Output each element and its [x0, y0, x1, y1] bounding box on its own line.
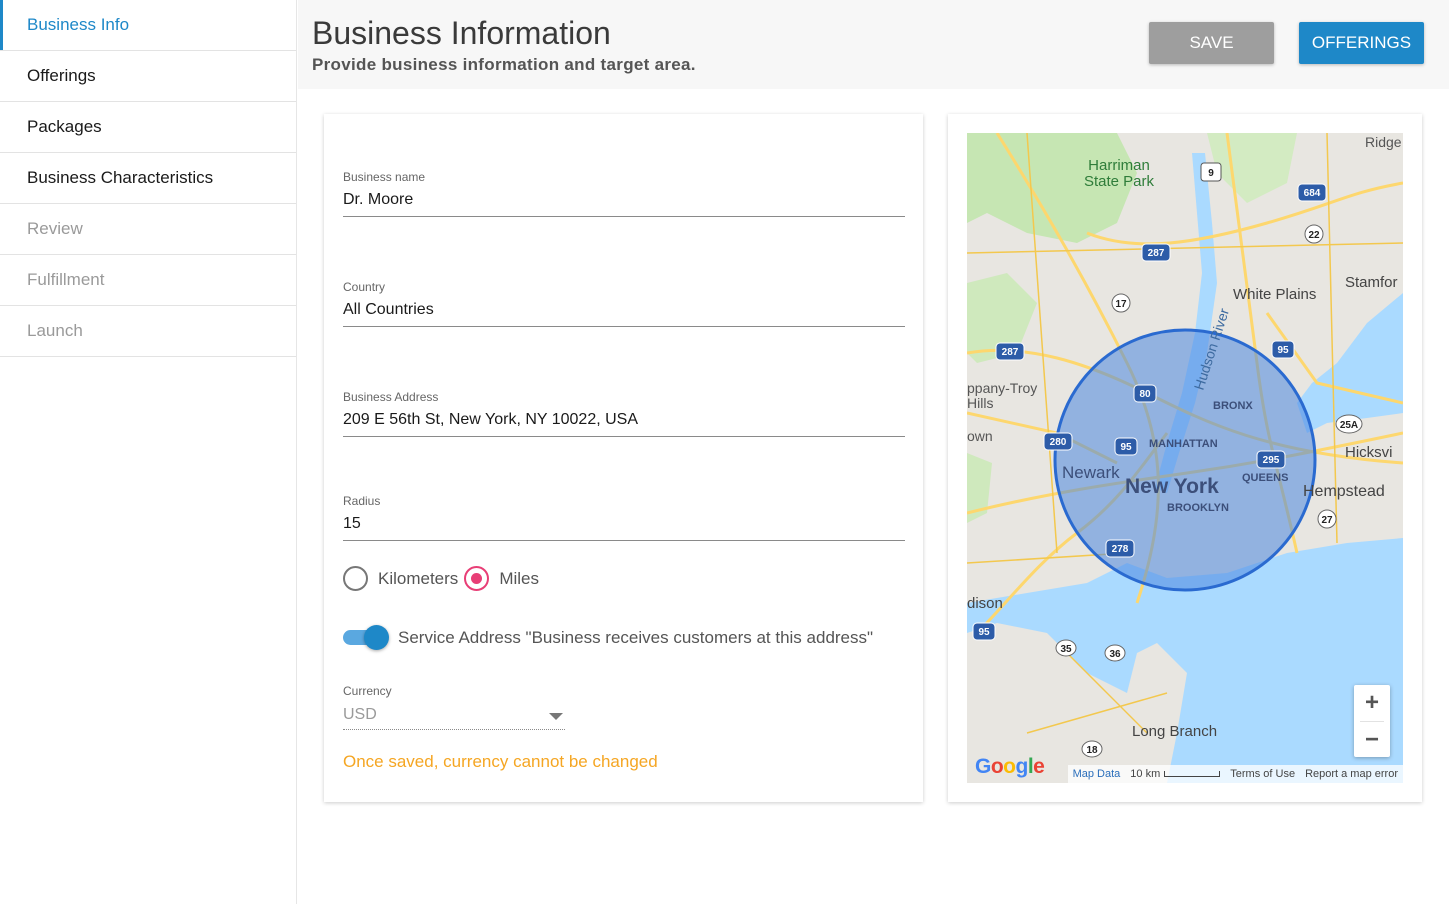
scale-bar-icon [1164, 771, 1221, 778]
sidebar-item-review[interactable]: Review [0, 204, 296, 255]
kilometers-label[interactable]: Kilometers [378, 569, 458, 589]
sidebar-item-label: Launch [27, 321, 83, 340]
page-title: Business Information [312, 15, 611, 51]
unit-radio-group: Kilometers Miles [343, 566, 545, 591]
map-label: QUEENS [1242, 472, 1288, 484]
zoom-out-button[interactable]: − [1354, 722, 1390, 758]
currency-select[interactable]: USD [343, 704, 565, 730]
route-shield: 95 [1277, 345, 1289, 356]
business-address-label: Business Address [343, 390, 439, 404]
sidebar-item-label: Business Characteristics [27, 168, 214, 187]
map-card: Harriman State Park Ridge White Plains S… [948, 114, 1422, 802]
business-name-input[interactable] [343, 189, 905, 217]
route-shield: 35 [1060, 644, 1072, 655]
business-address-field: Business Address [343, 390, 905, 437]
toggle-thumb [364, 625, 389, 650]
sidebar-item-label: Review [27, 219, 83, 238]
map-footer: Map Data 10 km Terms of Use Report a map… [967, 765, 1403, 783]
sidebar-item-label: Business Info [27, 15, 130, 34]
map-label: ppany-Troy [967, 380, 1037, 396]
map-label: Newark [1062, 463, 1120, 482]
business-name-field: Business name [343, 170, 905, 217]
sidebar-item-packages[interactable]: Packages [0, 102, 296, 153]
sidebar-item-business-characteristics[interactable]: Business Characteristics [0, 153, 296, 204]
map-view[interactable]: Harriman State Park Ridge White Plains S… [967, 133, 1403, 783]
sidebar: Business Info Offerings Packages Busines… [0, 0, 297, 904]
report-map-error-link[interactable]: Report a map error [1300, 765, 1403, 783]
page-subtitle: Provide business information and target … [312, 55, 696, 74]
route-shield: 17 [1115, 299, 1127, 310]
map-label: BRONX [1213, 400, 1253, 412]
map-label: MANHATTAN [1149, 438, 1218, 450]
route-shield: 287 [1002, 347, 1019, 358]
radius-label: Radius [343, 494, 381, 508]
business-form-card: Business name Country Business Address R… [324, 114, 923, 802]
map-label: New York [1125, 475, 1219, 498]
map-label: Stamfor [1345, 274, 1398, 291]
route-shield: 25A [1340, 420, 1358, 431]
business-address-input[interactable] [343, 409, 905, 437]
business-name-label: Business name [343, 170, 426, 184]
miles-label[interactable]: Miles [499, 569, 539, 589]
sidebar-item-fulfillment[interactable]: Fulfillment [0, 255, 296, 306]
map-canvas: Harriman State Park Ridge White Plains S… [967, 133, 1403, 783]
map-label: Hicksvi [1345, 444, 1393, 461]
sidebar-item-label: Packages [27, 117, 102, 136]
route-shield: 9 [1208, 168, 1214, 179]
app-root: Business Info Offerings Packages Busines… [0, 0, 1449, 904]
miles-radio[interactable] [464, 566, 490, 591]
sidebar-item-label: Fulfillment [27, 270, 105, 289]
route-shield: 287 [1148, 248, 1165, 259]
zoom-control: + − [1354, 685, 1390, 757]
route-shield: 95 [978, 627, 990, 638]
map-label: Long Branch [1132, 723, 1217, 740]
radius-field: Radius [343, 494, 905, 541]
route-shield: 280 [1050, 437, 1067, 448]
map-label: Hills [967, 395, 993, 411]
map-scale: 10 km [1125, 765, 1226, 783]
map-label: Ridge [1365, 134, 1402, 150]
sidebar-item-launch[interactable]: Launch [0, 306, 296, 357]
map-label: Harriman [1088, 157, 1150, 174]
map-scale-label: 10 km [1130, 768, 1161, 780]
map-label: dison [967, 595, 1003, 612]
route-shield: 278 [1112, 544, 1129, 555]
service-address-toggle[interactable] [343, 625, 389, 650]
route-shield: 684 [1304, 188, 1321, 199]
radius-input[interactable] [343, 513, 905, 541]
map-label: State Park [1084, 173, 1155, 190]
currency-warning: Once saved, currency cannot be changed [343, 752, 658, 771]
map-data-link[interactable]: Map Data [1067, 765, 1126, 783]
map-label: own [967, 428, 993, 444]
route-shield: 18 [1086, 745, 1098, 756]
page-header: Business Information Provide business in… [298, 0, 1449, 89]
country-label: Country [343, 280, 386, 294]
service-address-row: Service Address "Business receives custo… [343, 625, 873, 650]
country-field: Country [343, 280, 905, 327]
map-label: BROOKLYN [1167, 502, 1229, 514]
offerings-button[interactable]: OFFERINGS [1299, 22, 1424, 64]
route-shield: 27 [1321, 515, 1333, 526]
currency-value: USD [343, 706, 377, 723]
save-button[interactable]: SAVE [1149, 22, 1274, 64]
map-label: White Plains [1233, 286, 1316, 303]
service-address-label: Service Address "Business receives custo… [398, 627, 874, 647]
sidebar-item-business-info[interactable]: Business Info [0, 0, 296, 51]
route-shield: 36 [1109, 649, 1121, 660]
currency-label: Currency [343, 684, 392, 698]
sidebar-item-offerings[interactable]: Offerings [0, 51, 296, 102]
currency-field: Currency USD [343, 684, 565, 730]
map-label: Hempstead [1303, 483, 1385, 500]
route-shield: 295 [1263, 455, 1280, 466]
sidebar-item-label: Offerings [27, 66, 96, 85]
route-shield: 80 [1139, 389, 1151, 400]
route-shield: 22 [1308, 230, 1320, 241]
route-shield: 95 [1120, 442, 1132, 453]
terms-link[interactable]: Terms of Use [1225, 765, 1301, 783]
kilometers-radio[interactable] [343, 566, 368, 591]
chevron-down-icon [549, 713, 563, 720]
zoom-in-button[interactable]: + [1354, 685, 1390, 721]
country-input[interactable] [343, 299, 905, 327]
